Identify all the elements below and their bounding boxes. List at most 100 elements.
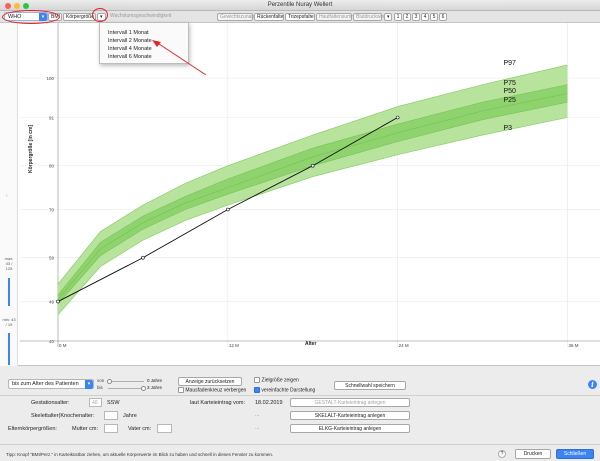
mutter-input[interactable] <box>104 424 118 433</box>
minimize-window-button[interactable] <box>14 3 20 9</box>
x-axis-label: Alter <box>305 341 317 347</box>
percentile-label-p75: P75 <box>503 79 516 87</box>
y-tick-label: 49 <box>49 300 55 305</box>
interval-button-2[interactable]: 2 <box>403 13 411 21</box>
skelalt-entry-button[interactable]: SKELALT-Karteieintrag anlegen <box>290 411 410 420</box>
controls-panel: bis zum Alter des Patienten ▾ von bis 0 … <box>0 366 600 461</box>
menu-header-text: Wachstumsgeschwindigkeit <box>110 13 172 19</box>
maximize-window-button[interactable] <box>23 3 29 9</box>
range-select[interactable]: bis zum Alter des Patienten ▾ <box>8 379 94 389</box>
close-button[interactable]: Schließen <box>556 449 594 459</box>
dots-2: ... <box>255 425 260 431</box>
interval-button-1[interactable]: 1 <box>394 13 402 21</box>
patient-point <box>395 115 400 120</box>
y-tick-label: 70 <box>49 208 55 213</box>
zielgroesse-checkbox-row[interactable]: Zielgröße zeigen <box>254 377 299 383</box>
toolbar-button-5[interactable]: Hautfaltensumme <box>316 13 358 21</box>
menu-chevron-button[interactable]: ▾ <box>97 13 106 21</box>
bis-slider[interactable] <box>108 388 144 389</box>
toolbar-button-6[interactable]: Blutdruckwerte <box>353 13 389 21</box>
von-slider[interactable] <box>108 381 144 382</box>
y-tick-label: 59 <box>49 256 55 261</box>
jahre-label: Jahre <box>123 413 137 419</box>
window-title: Perzentile Nuray Wellert <box>267 2 333 8</box>
toolbar: WHO ▾ BMI Körpergröße Gewichtszunahme Rücke… <box>0 11 600 23</box>
menu-item-interval[interactable]: Intervall 1 Monat <box>108 29 149 37</box>
percentile-label-p97: P97 <box>503 59 516 67</box>
schnellwahl-button[interactable]: Schnellwahl speichern <box>334 381 406 390</box>
footer-tip: Tipp: Knopf "BMI/Perz." in Karteiküstbar… <box>6 452 274 457</box>
chart-area[interactable]: max: 43 / 125 min: 43 / 19 ‹ 40 49 59 70 80 9… <box>0 23 600 366</box>
patient-point <box>310 163 315 168</box>
toolbar-button-3[interactable]: Rückenfalte <box>254 13 284 21</box>
maus-label: Mausfadenkreuz verbergen <box>185 387 247 394</box>
chevron-updown-icon: ▾ <box>39 13 47 21</box>
print-button[interactable]: Drucken <box>515 449 551 459</box>
y-tick-label: 91 <box>49 116 55 121</box>
x-tick-label: 24 M <box>399 343 409 348</box>
laut-label: laut Karteieintrag vom: <box>190 400 246 406</box>
bis-value: 3 Jahre <box>147 385 163 390</box>
close-window-button[interactable] <box>5 3 11 9</box>
zielgroesse-label: Zielgröße zeigen <box>261 377 299 384</box>
skelett-input[interactable] <box>104 411 118 420</box>
menu-item-interval[interactable]: Intervall 2 Monate <box>108 37 152 45</box>
gestation-input[interactable]: 40 <box>89 398 102 407</box>
zielgroesse-checkbox[interactable] <box>254 377 260 383</box>
bis-slider-knob[interactable] <box>141 386 146 391</box>
mutter-label: Mutter cm: <box>72 426 98 432</box>
dots-1: ... <box>255 412 260 418</box>
info-icon[interactable]: i <box>588 380 597 389</box>
toolbar-button-0[interactable]: BMI <box>48 13 62 21</box>
ssw-label: SSW <box>107 400 120 406</box>
reference-select[interactable]: WHO ▾ <box>4 12 48 21</box>
gestalt-entry-button[interactable]: GESTALT-Karteieintrag anlegen <box>290 398 410 407</box>
laut-date: 18.02.2019 <box>255 400 283 406</box>
gestation-label: Gestationsalter: <box>31 400 70 406</box>
interval-chevron-button[interactable]: ▾ <box>384 13 392 21</box>
growth-chart: 40 49 59 70 80 91 100 0 M 12 M 24 M 36 M <box>20 23 600 348</box>
x-tick-label: 12 M <box>229 343 239 348</box>
percentile-label-p25: P25 <box>503 97 516 105</box>
reset-view-button[interactable]: Anzeige zurücksetzen <box>178 377 242 386</box>
interval-button-5[interactable]: 5 <box>430 13 438 21</box>
chevron-updown-icon: ▾ <box>85 380 93 389</box>
maus-checkbox[interactable] <box>178 387 184 393</box>
percentile-label-p50: P50 <box>503 88 516 96</box>
help-icon[interactable]: ? <box>498 450 506 458</box>
y-axis-label: Körpergröße [in cm] <box>28 124 34 173</box>
interval-button-6[interactable]: 6 <box>439 13 447 21</box>
maus-checkbox-row[interactable]: Mausfadenkreuz verbergen <box>178 387 246 393</box>
vater-label: Vater cm: <box>128 426 152 432</box>
von-label: von <box>97 378 105 383</box>
vereinfacht-checkbox[interactable] <box>254 387 260 393</box>
elkg-entry-button[interactable]: ELKG-Karteieintrag anlegen <box>290 424 410 433</box>
bis-label: bis <box>97 385 103 390</box>
percentile-label-p3: P3 <box>503 124 513 132</box>
chevron-down-icon: ▾ <box>100 14 103 20</box>
reference-select-value: WHO <box>8 14 22 20</box>
vereinfacht-checkbox-row[interactable]: vereinfachte Darstellung <box>254 387 315 393</box>
range-select-value: bis zum Alter des Patienten <box>12 381 79 387</box>
von-value: 0 Jahre <box>147 378 163 383</box>
toolbar-button-2[interactable]: Gewichtszunahme <box>217 13 261 21</box>
patient-point <box>226 207 230 212</box>
interval-button-4[interactable]: 4 <box>421 13 429 21</box>
divider <box>0 395 600 396</box>
patient-point <box>141 255 145 260</box>
von-slider-knob[interactable] <box>107 379 112 384</box>
annotation-arrow <box>152 40 207 76</box>
x-tick-label: 36 M <box>568 343 578 348</box>
toolbar-button-4[interactable]: Trizepsfalte <box>285 13 315 21</box>
y-tick-label: 40 <box>49 339 55 344</box>
interval-button-3[interactable]: 3 <box>412 13 420 21</box>
toolbar-button-1[interactable]: Körpergröße <box>63 13 96 21</box>
chevron-down-icon: ▾ <box>387 14 390 20</box>
x-tick-label: 0 M <box>59 343 67 348</box>
divider <box>0 444 600 445</box>
y-tick-label: 80 <box>49 164 55 169</box>
menu-item-interval[interactable]: Intervall 4 Monate <box>108 45 152 53</box>
menu-item-interval[interactable]: Intervall 6 Monate <box>108 53 152 61</box>
eltern-label: Elternkörpergrößen: <box>8 426 57 432</box>
vater-input[interactable] <box>157 424 172 433</box>
